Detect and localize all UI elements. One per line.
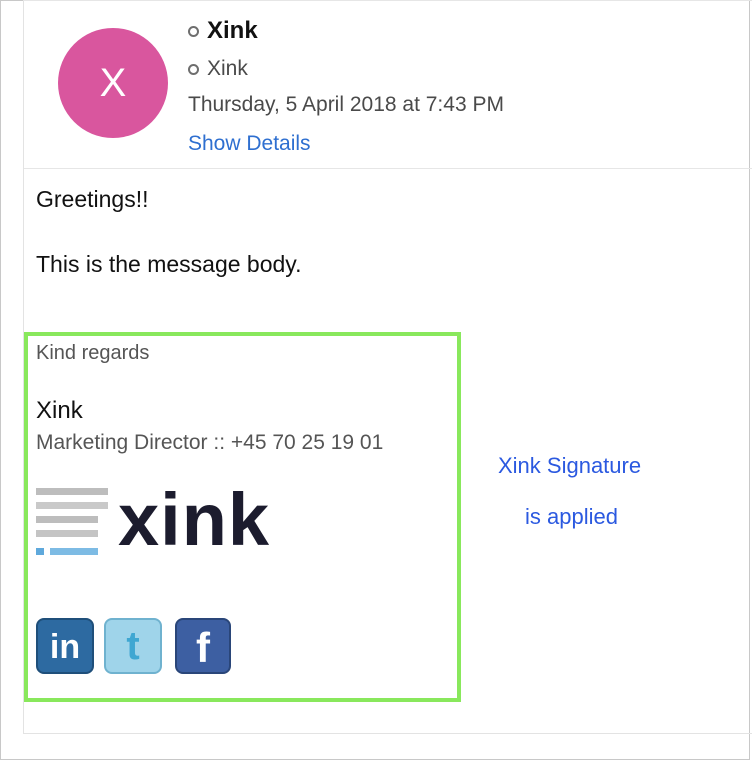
facebook-icon[interactable]: f	[175, 618, 231, 674]
linkedin-glyph: in	[49, 628, 81, 666]
logo-wordmark: xink	[118, 478, 271, 561]
twitter-glyph: t	[126, 624, 140, 668]
facebook-glyph: f	[196, 624, 210, 671]
signature-closing: Kind regards	[36, 342, 150, 364]
signature-title-phone: Marketing Director :: +45 70 25 19 01	[36, 431, 384, 454]
header-divider	[24, 168, 752, 169]
logo-bar	[36, 502, 108, 509]
status-ring-icon	[188, 63, 199, 75]
message-date: Thursday, 5 April 2018 at 7:43 PM	[188, 93, 504, 116]
sender-name[interactable]: Xink	[207, 17, 258, 45]
logo-bar-accent	[36, 548, 44, 555]
twitter-icon[interactable]: t	[104, 618, 162, 674]
show-details-link[interactable]: Show Details	[188, 132, 311, 156]
logo-bar	[36, 530, 98, 537]
annotation-line-1: Xink Signature	[498, 453, 642, 478]
annotation-line-2: is applied	[525, 504, 618, 529]
recipient-name[interactable]: Xink	[207, 57, 248, 81]
logo-bar	[36, 516, 98, 523]
linkedin-icon[interactable]: in	[36, 618, 94, 674]
recipient-row: Xink	[188, 55, 248, 83]
logo-bar-accent	[50, 548, 98, 555]
signature-name: Xink	[36, 397, 83, 424]
sender-avatar: X	[58, 28, 168, 138]
sender-row: Xink	[188, 16, 258, 46]
status-ring-icon	[188, 25, 199, 37]
message-greeting: Greetings!!	[36, 186, 149, 212]
xink-logo[interactable]: xink	[36, 478, 296, 564]
message-body: This is the message body.	[36, 251, 302, 277]
logo-bar	[36, 488, 108, 495]
